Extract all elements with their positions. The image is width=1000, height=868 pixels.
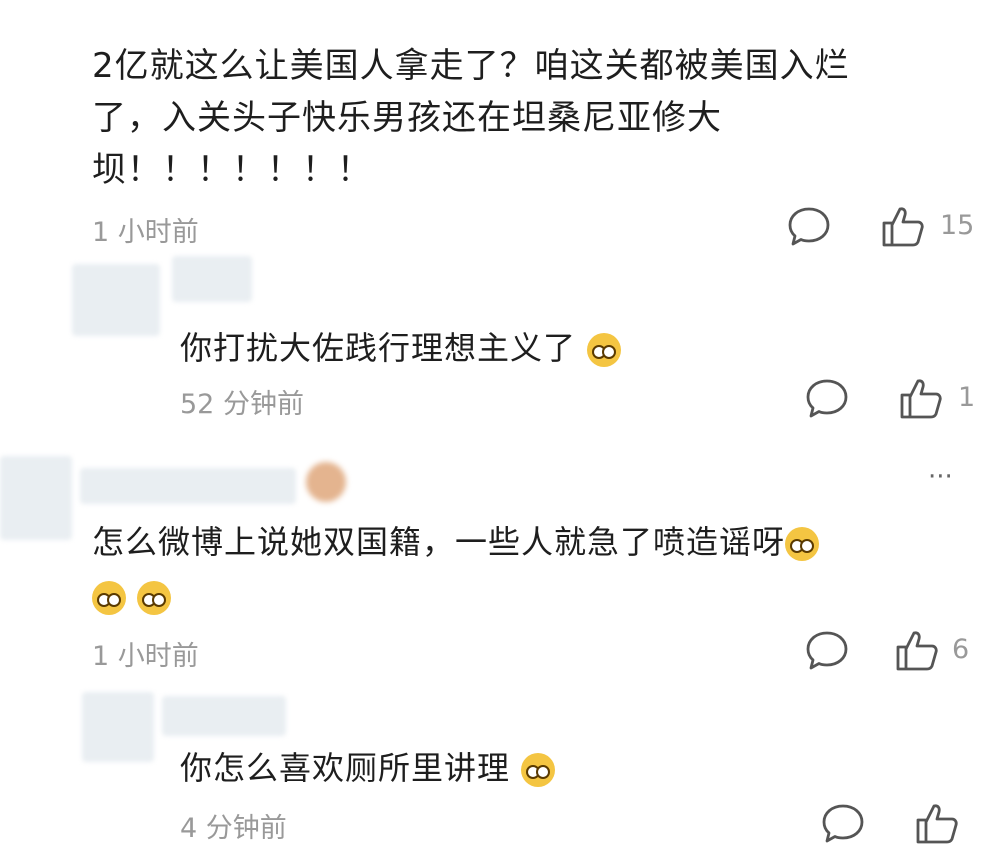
comment-2-text: 怎么微博上说她双国籍，一些人就急了喷造谣呀 [92, 520, 992, 618]
badge-icon [306, 462, 346, 502]
comment-1-line-2: 了，入关头子快乐男孩还在坦桑尼亚修大 [92, 98, 722, 138]
username-blurred[interactable] [162, 696, 286, 736]
avatar[interactable] [0, 456, 72, 540]
comment-icon[interactable] [804, 377, 850, 421]
comment-icon[interactable] [820, 802, 866, 846]
comment-1-line-1: 2亿就这么让美国人拿走了？咱这关都被美国入烂 [92, 46, 850, 86]
comment-1-time: 1 小时前 [92, 217, 199, 248]
comment-2-time: 1 小时前 [92, 641, 199, 672]
thumbs-up-icon[interactable] [894, 627, 940, 673]
emoji-icon [137, 581, 172, 615]
reply-2-time: 4 分钟前 [180, 813, 287, 844]
reply-2-text: 你怎么喜欢厕所里讲理 [180, 746, 556, 790]
reply-1-time: 52 分钟前 [180, 389, 304, 420]
comment-icon[interactable] [786, 205, 832, 249]
reply-1-text-content: 你打扰大佐践行理想主义了 [180, 329, 577, 367]
comment-2-line-2 [92, 574, 992, 618]
more-options-button[interactable]: ··· [928, 462, 953, 492]
like-count: 15 [940, 210, 975, 241]
username-blurred[interactable] [80, 468, 296, 504]
comment-2-line-1-text: 怎么微博上说她双国籍，一些人就急了喷造谣呀 [92, 523, 786, 561]
like-count: 1 [958, 382, 976, 413]
comment-2-line-1: 怎么微博上说她双国籍，一些人就急了喷造谣呀 [92, 520, 992, 564]
avatar[interactable] [82, 692, 154, 762]
thumbs-up-icon[interactable] [880, 203, 926, 249]
username-blurred[interactable] [172, 256, 252, 302]
like-count: 6 [952, 634, 970, 665]
comment-icon[interactable] [804, 629, 850, 673]
emoji-icon [92, 581, 126, 615]
avatar[interactable] [72, 264, 160, 336]
reply-2-text-content: 你怎么喜欢厕所里讲理 [180, 749, 511, 787]
emoji-icon [521, 753, 556, 787]
emoji-icon [587, 333, 622, 367]
emoji-icon [785, 527, 820, 561]
comment-1-text: 2亿就这么让美国人拿走了？咱这关都被美国入烂 了，入关头子快乐男孩还在坦桑尼亚修… [92, 40, 972, 196]
reply-1-text: 你打扰大佐践行理想主义了 [180, 326, 622, 370]
thumbs-up-icon[interactable] [898, 375, 944, 421]
comment-1-line-3: 坝！！！！！！！ [92, 150, 372, 190]
thumbs-up-icon[interactable] [914, 800, 960, 846]
